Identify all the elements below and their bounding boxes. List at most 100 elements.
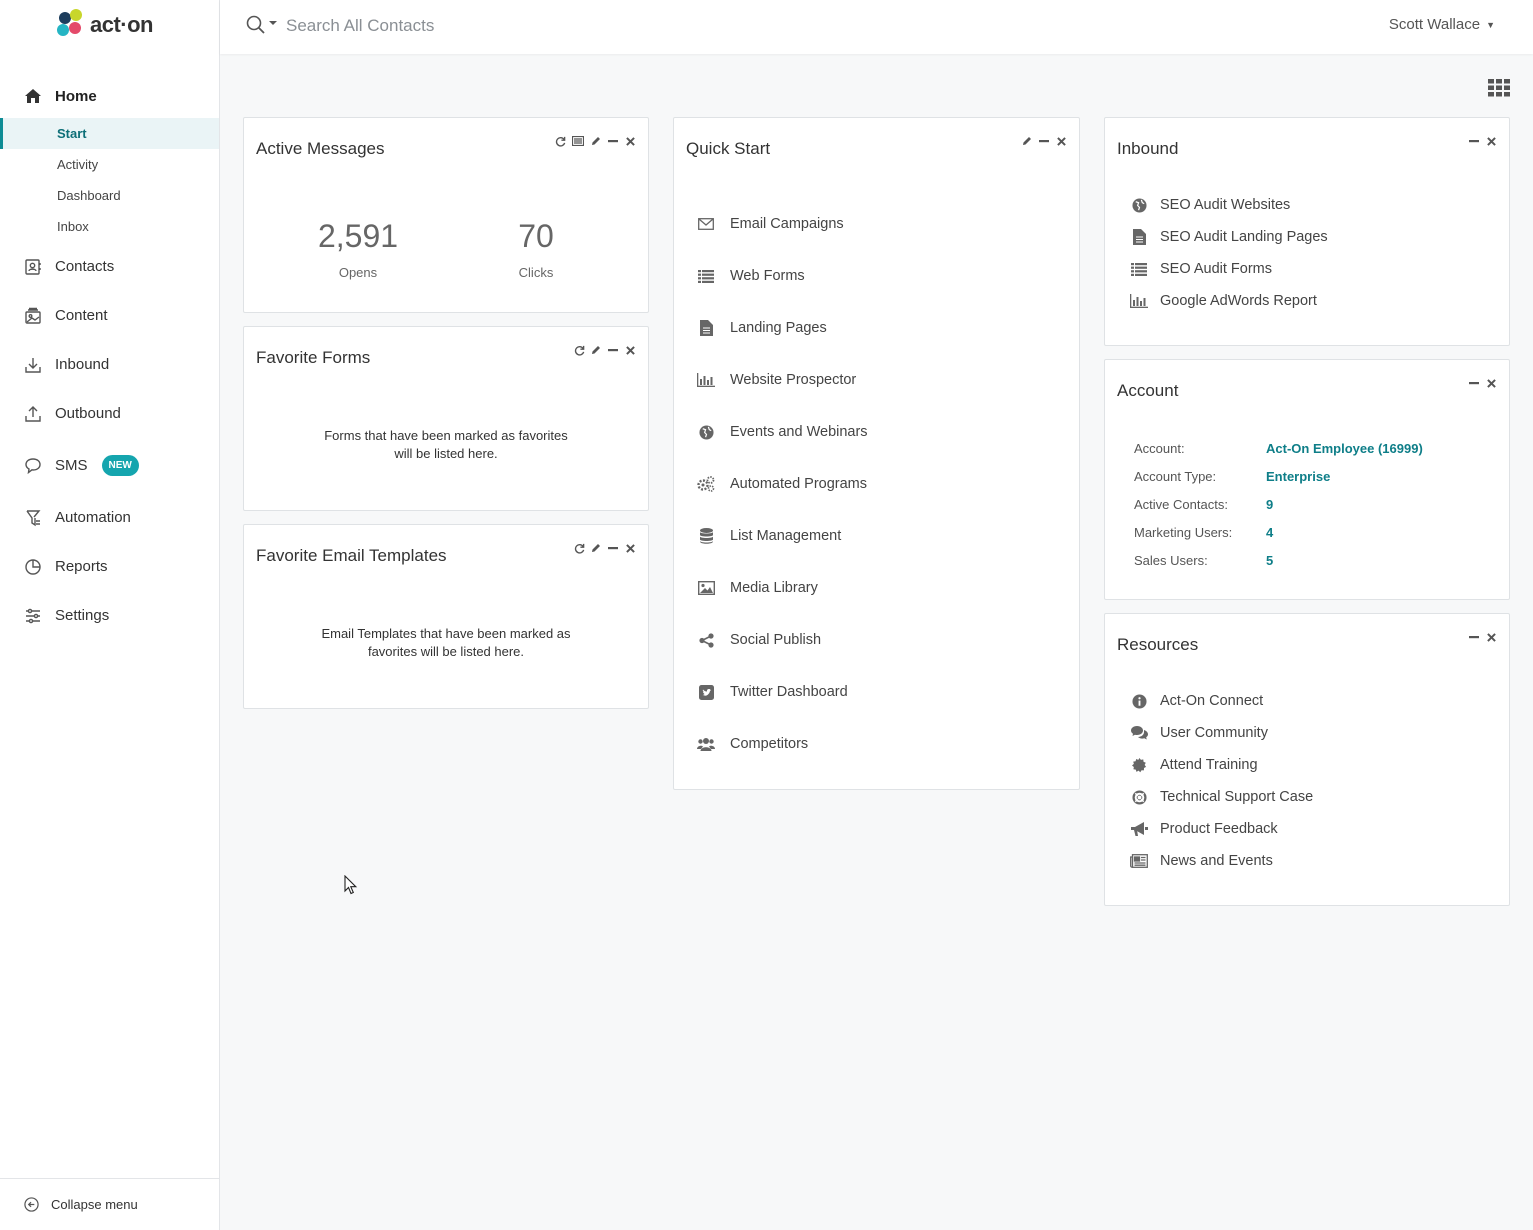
quick-start-email-campaigns[interactable]: Email Campaigns xyxy=(697,198,868,250)
quick-start-events-webinars[interactable]: Events and Webinars xyxy=(697,406,868,458)
minimize-icon[interactable] xyxy=(607,134,619,148)
layout-grid-button[interactable] xyxy=(1488,79,1510,102)
sidebar-sub-dashboard[interactable]: Dashboard xyxy=(0,180,219,211)
quick-start-landing-pages[interactable]: Landing Pages xyxy=(697,302,868,354)
close-icon[interactable] xyxy=(624,541,636,555)
resource-user-community[interactable]: User Community xyxy=(1130,717,1313,749)
sidebar-sub-activity[interactable]: Activity xyxy=(0,149,219,180)
collapse-menu-button[interactable]: Collapse menu xyxy=(0,1178,219,1230)
brand-name: act·on xyxy=(90,12,154,37)
certificate-icon xyxy=(1130,757,1148,773)
sidebar-item-automation[interactable]: Automation xyxy=(0,493,219,542)
sidebar-item-sms[interactable]: SMS NEW xyxy=(0,438,219,493)
sidebar-sub-inbox[interactable]: Inbox xyxy=(0,211,219,242)
panel-controls xyxy=(1468,630,1497,644)
content-icon xyxy=(24,307,42,325)
account-key: Marketing Users: xyxy=(1134,524,1233,540)
sidebar-item-label: Outbound xyxy=(55,405,121,422)
resource-news-and-events[interactable]: News and Events xyxy=(1130,845,1313,877)
sidebar-item-contacts[interactable]: Contacts xyxy=(0,242,219,291)
refresh-icon[interactable] xyxy=(573,343,585,357)
minimize-icon[interactable] xyxy=(607,343,619,357)
sidebar-item-label: Home xyxy=(55,87,97,105)
quick-start-website-prospector[interactable]: Website Prospector xyxy=(697,354,868,406)
refresh-icon[interactable] xyxy=(554,134,566,148)
pencil-icon[interactable] xyxy=(590,343,602,357)
life-ring-icon xyxy=(1130,789,1148,805)
inbound-seo-audit-landing-pages[interactable]: SEO Audit Landing Pages xyxy=(1130,221,1328,253)
quick-start-label: Twitter Dashboard xyxy=(730,684,848,700)
sidebar-item-home[interactable]: Home xyxy=(0,78,219,114)
pencil-icon[interactable] xyxy=(590,541,602,555)
search-scope-button[interactable] xyxy=(246,15,278,35)
close-icon[interactable] xyxy=(624,343,636,357)
close-icon[interactable] xyxy=(1485,134,1497,148)
automation-icon xyxy=(24,509,42,527)
quick-start-automated-programs[interactable]: Automated Programs xyxy=(697,458,868,510)
close-icon[interactable] xyxy=(1055,134,1067,148)
minimize-icon[interactable] xyxy=(1468,134,1480,148)
account-row: Account: Act-On Employee (16999) xyxy=(1134,434,1423,462)
pencil-icon[interactable] xyxy=(1021,134,1033,148)
account-value[interactable]: 5 xyxy=(1266,553,1273,568)
clicks-stat[interactable]: 70 Clicks xyxy=(476,218,596,280)
account-row: Marketing Users: 4 xyxy=(1134,518,1423,546)
quick-start-label: Web Forms xyxy=(730,268,805,284)
minimize-icon[interactable] xyxy=(1038,134,1050,148)
account-key: Account: xyxy=(1134,440,1185,456)
resource-act-on-connect[interactable]: Act-On Connect xyxy=(1130,685,1313,717)
search-input[interactable] xyxy=(286,12,686,40)
quick-start-social-publish[interactable]: Social Publish xyxy=(697,614,868,666)
user-menu[interactable]: Scott Wallace ▼ xyxy=(1389,16,1495,33)
quick-start-list: Email Campaigns Web Forms Landing Pages … xyxy=(697,198,868,770)
share-icon xyxy=(697,632,715,648)
quick-start-list-management[interactable]: List Management xyxy=(697,510,868,562)
quick-start-web-forms[interactable]: Web Forms xyxy=(697,250,868,302)
sidebar-item-reports[interactable]: Reports xyxy=(0,542,219,591)
sidebar-item-inbound[interactable]: Inbound xyxy=(0,340,219,389)
act-on-logo[interactable]: act·on xyxy=(56,8,154,42)
opens-label: Opens xyxy=(338,265,378,280)
resource-product-feedback[interactable]: Product Feedback xyxy=(1130,813,1313,845)
resource-technical-support-case[interactable]: Technical Support Case xyxy=(1130,781,1313,813)
panel-title: Favorite Email Templates xyxy=(256,546,447,565)
quick-start-label: Website Prospector xyxy=(730,372,857,388)
quick-start-label: Competitors xyxy=(730,736,809,752)
quick-start-twitter-dashboard[interactable]: Twitter Dashboard xyxy=(697,666,868,718)
clicks-value: 70 xyxy=(518,218,554,254)
empty-state-text: Forms that have been marked as favorites… xyxy=(324,428,568,461)
quick-start-label: Landing Pages xyxy=(730,320,827,336)
panel-controls xyxy=(1468,134,1497,148)
quick-start-competitors[interactable]: Competitors xyxy=(697,718,868,770)
inbound-seo-audit-forms[interactable]: SEO Audit Forms xyxy=(1130,253,1328,285)
sidebar-sub-start[interactable]: Start xyxy=(0,118,219,149)
info-icon xyxy=(1130,693,1148,709)
minimize-icon[interactable] xyxy=(607,541,619,555)
list-view-icon[interactable] xyxy=(571,134,585,148)
account-value[interactable]: Act-On Employee (16999) xyxy=(1266,441,1423,456)
favorite-templates-panel: Favorite Email Templates Email Templates… xyxy=(243,524,649,709)
account-value[interactable]: Enterprise xyxy=(1266,469,1330,484)
minimize-icon[interactable] xyxy=(1468,376,1480,390)
close-icon[interactable] xyxy=(624,134,636,148)
resources-panel: Resources Act-On Connect User Community … xyxy=(1104,613,1510,906)
opens-value: 2,591 xyxy=(317,218,399,254)
arrow-left-circle-icon xyxy=(24,1197,39,1212)
account-value[interactable]: 4 xyxy=(1266,525,1273,540)
pencil-icon[interactable] xyxy=(590,134,602,148)
sidebar-item-content[interactable]: Content xyxy=(0,291,219,340)
resource-attend-training[interactable]: Attend Training xyxy=(1130,749,1313,781)
inbound-google-adwords-report[interactable]: Google AdWords Report xyxy=(1130,285,1328,317)
opens-stat[interactable]: 2,591 Opens xyxy=(298,218,418,280)
quick-start-media-library[interactable]: Media Library xyxy=(697,562,868,614)
newspaper-icon xyxy=(1130,854,1148,868)
new-badge: NEW xyxy=(101,455,139,476)
sidebar-item-settings[interactable]: Settings xyxy=(0,591,219,640)
inbound-seo-audit-websites[interactable]: SEO Audit Websites xyxy=(1130,189,1328,221)
minimize-icon[interactable] xyxy=(1468,630,1480,644)
refresh-icon[interactable] xyxy=(573,541,585,555)
account-value[interactable]: 9 xyxy=(1266,497,1273,512)
sidebar-item-outbound[interactable]: Outbound xyxy=(0,389,219,438)
close-icon[interactable] xyxy=(1485,630,1497,644)
close-icon[interactable] xyxy=(1485,376,1497,390)
